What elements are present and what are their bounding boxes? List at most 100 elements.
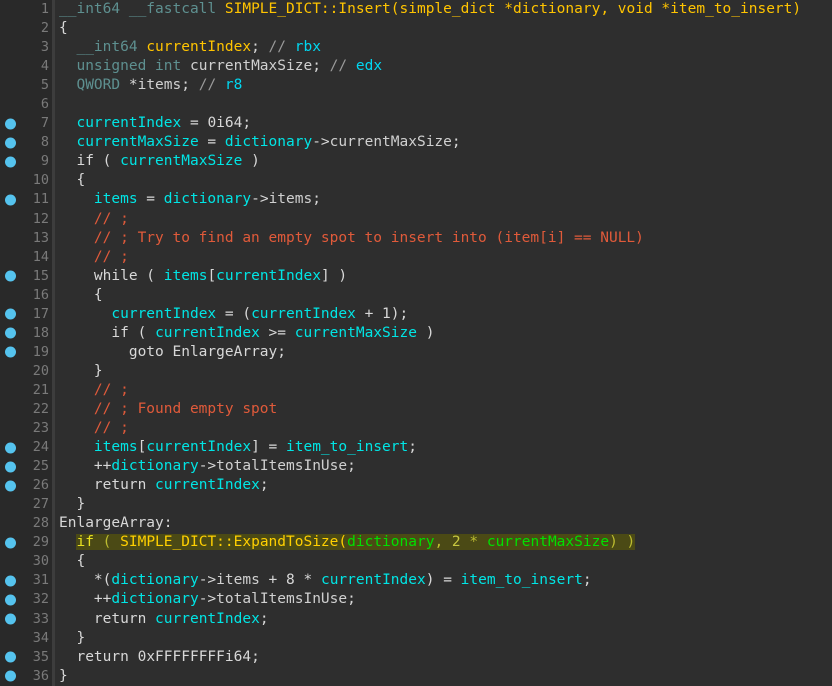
- breakpoint-gutter[interactable]: [0, 400, 22, 419]
- code-text[interactable]: ++dictionary->totalItemsInUse;: [55, 457, 832, 476]
- breakpoint-gutter[interactable]: [0, 362, 22, 381]
- code-line[interactable]: 26 return currentIndex;: [0, 476, 832, 495]
- breakpoint-gutter[interactable]: [0, 267, 22, 286]
- code-line[interactable]: 30 {: [0, 552, 832, 571]
- breakpoint-gutter[interactable]: [0, 514, 22, 533]
- code-text[interactable]: // ;: [55, 248, 832, 267]
- code-text[interactable]: while ( items[currentIndex] ): [55, 267, 832, 286]
- code-line[interactable]: 10 {: [0, 171, 832, 190]
- code-line[interactable]: 1__int64 __fastcall SIMPLE_DICT::Insert(…: [0, 0, 832, 19]
- breakpoint-dot-icon[interactable]: [5, 442, 16, 453]
- breakpoint-dot-icon[interactable]: [5, 461, 16, 472]
- code-text[interactable]: EnlargeArray:: [55, 514, 832, 533]
- code-line[interactable]: 23 // ;: [0, 419, 832, 438]
- code-text[interactable]: {: [55, 286, 832, 305]
- breakpoint-gutter[interactable]: [0, 419, 22, 438]
- breakpoint-dot-icon[interactable]: [5, 480, 16, 491]
- code-text[interactable]: [55, 95, 832, 114]
- code-text[interactable]: // ;: [55, 419, 832, 438]
- breakpoint-dot-icon[interactable]: [5, 271, 16, 282]
- code-text[interactable]: __int64 currentIndex; // rbx: [55, 38, 832, 57]
- breakpoint-gutter[interactable]: [0, 133, 22, 152]
- code-line[interactable]: 16 {: [0, 286, 832, 305]
- code-line[interactable]: 20 }: [0, 362, 832, 381]
- code-text[interactable]: unsigned int currentMaxSize; // edx: [55, 57, 832, 76]
- breakpoint-dot-icon[interactable]: [5, 328, 16, 339]
- breakpoint-gutter[interactable]: [0, 305, 22, 324]
- breakpoint-dot-icon[interactable]: [5, 194, 16, 205]
- breakpoint-dot-icon[interactable]: [5, 347, 16, 358]
- code-text[interactable]: {: [55, 171, 832, 190]
- breakpoint-gutter[interactable]: [0, 343, 22, 362]
- breakpoint-gutter[interactable]: [0, 190, 22, 209]
- code-line[interactable]: 8 currentMaxSize = dictionary->currentMa…: [0, 133, 832, 152]
- code-line[interactable]: 21 // ;: [0, 381, 832, 400]
- code-text[interactable]: items = dictionary->items;: [55, 190, 832, 209]
- code-text[interactable]: // ;: [55, 381, 832, 400]
- code-text[interactable]: // ; Found empty spot: [55, 400, 832, 419]
- breakpoint-gutter[interactable]: [0, 476, 22, 495]
- breakpoint-gutter[interactable]: [0, 210, 22, 229]
- breakpoint-gutter[interactable]: [0, 667, 22, 686]
- code-text[interactable]: return currentIndex;: [55, 610, 832, 629]
- breakpoint-gutter[interactable]: [0, 76, 22, 95]
- breakpoint-gutter[interactable]: [0, 610, 22, 629]
- code-line[interactable]: 3 __int64 currentIndex; // rbx: [0, 38, 832, 57]
- code-text[interactable]: return 0xFFFFFFFFi64;: [55, 648, 832, 667]
- code-text[interactable]: }: [55, 667, 832, 686]
- breakpoint-gutter[interactable]: [0, 324, 22, 343]
- breakpoint-gutter[interactable]: [0, 152, 22, 171]
- breakpoint-gutter[interactable]: [0, 19, 22, 38]
- code-line[interactable]: 33 return currentIndex;: [0, 610, 832, 629]
- code-line[interactable]: 31 *(dictionary->items + 8 * currentInde…: [0, 571, 832, 590]
- code-text[interactable]: if ( currentIndex >= currentMaxSize ): [55, 324, 832, 343]
- code-line[interactable]: 2{: [0, 19, 832, 38]
- code-line[interactable]: 29 if ( SIMPLE_DICT::ExpandToSize(dictio…: [0, 533, 832, 552]
- code-text[interactable]: goto EnlargeArray;: [55, 343, 832, 362]
- code-line[interactable]: 25 ++dictionary->totalItemsInUse;: [0, 457, 832, 476]
- highlighted-expression[interactable]: if ( SIMPLE_DICT::ExpandToSize(dictionar…: [76, 534, 635, 550]
- breakpoint-gutter[interactable]: [0, 438, 22, 457]
- code-line[interactable]: 19 goto EnlargeArray;: [0, 343, 832, 362]
- code-text[interactable]: if ( currentMaxSize ): [55, 152, 832, 171]
- code-text[interactable]: // ;: [55, 210, 832, 229]
- code-text[interactable]: *(dictionary->items + 8 * currentIndex) …: [55, 571, 832, 590]
- breakpoint-gutter[interactable]: [0, 0, 22, 19]
- code-line[interactable]: 28EnlargeArray:: [0, 514, 832, 533]
- code-line[interactable]: 4 unsigned int currentMaxSize; // edx: [0, 57, 832, 76]
- code-line[interactable]: 6: [0, 95, 832, 114]
- code-line[interactable]: 32 ++dictionary->totalItemsInUse;: [0, 590, 832, 609]
- code-line[interactable]: 34 }: [0, 629, 832, 648]
- breakpoint-gutter[interactable]: [0, 57, 22, 76]
- code-text[interactable]: currentIndex = 0i64;: [55, 114, 832, 133]
- code-text[interactable]: ++dictionary->totalItemsInUse;: [55, 590, 832, 609]
- breakpoint-dot-icon[interactable]: [5, 537, 16, 548]
- code-text[interactable]: QWORD *items; // r8: [55, 76, 832, 95]
- code-text[interactable]: if ( SIMPLE_DICT::ExpandToSize(dictionar…: [55, 533, 832, 552]
- code-line[interactable]: 13 // ; Try to find an empty spot to ins…: [0, 229, 832, 248]
- breakpoint-gutter[interactable]: [0, 248, 22, 267]
- breakpoint-gutter[interactable]: [0, 552, 22, 571]
- code-line[interactable]: 12 // ;: [0, 210, 832, 229]
- code-text[interactable]: }: [55, 362, 832, 381]
- code-line[interactable]: 9 if ( currentMaxSize ): [0, 152, 832, 171]
- breakpoint-gutter[interactable]: [0, 457, 22, 476]
- code-line[interactable]: 35 return 0xFFFFFFFFi64;: [0, 648, 832, 667]
- code-line[interactable]: 27 }: [0, 495, 832, 514]
- code-line[interactable]: 17 currentIndex = (currentIndex + 1);: [0, 305, 832, 324]
- breakpoint-dot-icon[interactable]: [5, 594, 16, 605]
- breakpoint-gutter[interactable]: [0, 114, 22, 133]
- code-line[interactable]: 22 // ; Found empty spot: [0, 400, 832, 419]
- breakpoint-dot-icon[interactable]: [5, 156, 16, 167]
- breakpoint-gutter[interactable]: [0, 286, 22, 305]
- breakpoint-gutter[interactable]: [0, 629, 22, 648]
- code-line[interactable]: 11 items = dictionary->items;: [0, 190, 832, 209]
- code-line[interactable]: 14 // ;: [0, 248, 832, 267]
- code-line[interactable]: 15 while ( items[currentIndex] ): [0, 267, 832, 286]
- code-text[interactable]: {: [55, 552, 832, 571]
- code-text[interactable]: __int64 __fastcall SIMPLE_DICT::Insert(s…: [55, 0, 832, 19]
- pseudocode-editor[interactable]: 1__int64 __fastcall SIMPLE_DICT::Insert(…: [0, 0, 832, 686]
- code-line[interactable]: 36}: [0, 667, 832, 686]
- breakpoint-dot-icon[interactable]: [5, 309, 16, 320]
- code-text[interactable]: // ; Try to find an empty spot to insert…: [55, 229, 832, 248]
